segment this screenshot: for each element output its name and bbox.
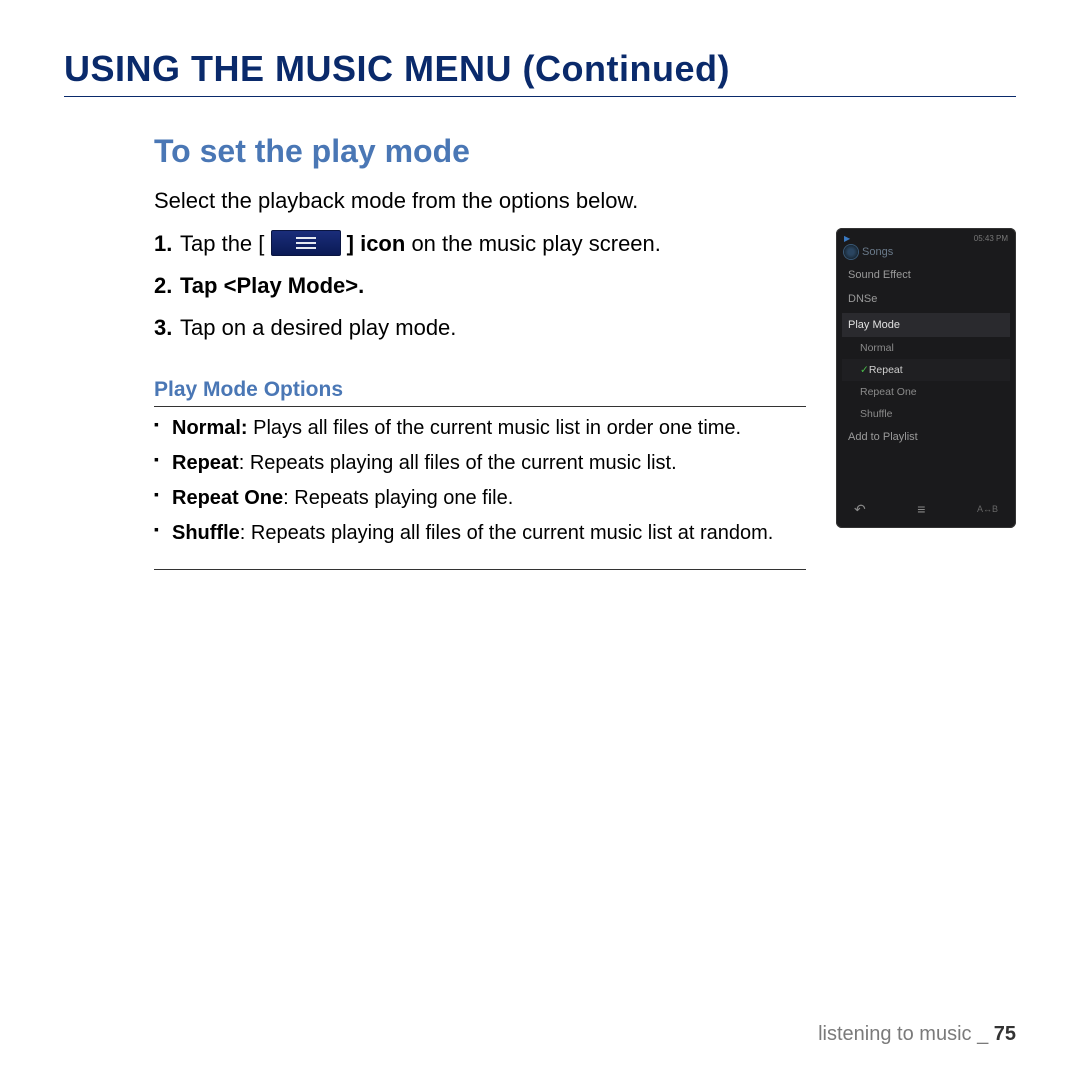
device-screenshot: ▶ 05:43 PM Songs Sound Effect DNSe Play … [836, 228, 1016, 528]
option-shuffle: Shuffle: Repeats playing all files of th… [154, 520, 806, 547]
device-playmode-repeat-one: Repeat One [842, 381, 1010, 403]
device-bottom-bar: ↶ ≡ A↔B [842, 496, 1010, 522]
footer-page-number: 75 [994, 1023, 1016, 1045]
step-text-post: on the music play screen. [411, 231, 660, 256]
play-indicator-icon: ▶ [844, 234, 850, 243]
device-menu-play-mode: Play Mode [842, 313, 1010, 337]
step-text-icon-word: ] icon [347, 231, 406, 256]
page-title: USING THE MUSIC MENU (Continued) [64, 48, 1016, 97]
device-playmode-repeat: Repeat [842, 359, 1010, 381]
option-desc: Plays all files of the current music lis… [248, 417, 742, 439]
option-desc: : Repeats playing one file. [283, 487, 513, 509]
back-icon: ↶ [854, 501, 866, 518]
ab-repeat-label: A↔B [977, 504, 998, 514]
option-name: Repeat One [172, 487, 283, 509]
step-text: Tap on a desired play mode. [180, 312, 806, 344]
step-number: 3. [154, 312, 180, 344]
device-time: 05:43 PM [974, 234, 1008, 243]
page-footer: listening to music _ 75 [818, 1023, 1016, 1046]
options-list: Normal: Plays all files of the current m… [154, 415, 806, 570]
option-name: Shuffle [172, 522, 240, 544]
device-status-bar: ▶ 05:43 PM [842, 234, 1010, 243]
section-title: To set the play mode [154, 133, 1016, 170]
options-title: Play Mode Options [154, 378, 806, 407]
device-playmode-normal: Normal [842, 337, 1010, 359]
disc-icon [844, 245, 858, 259]
device-menu-sound-effect: Sound Effect [842, 263, 1010, 287]
device-playmode-shuffle: Shuffle [842, 403, 1010, 425]
option-normal: Normal: Plays all files of the current m… [154, 415, 806, 442]
instructions-column: 1. Tap the [ ] icon on the music play sc… [154, 228, 806, 570]
option-desc: : Repeats playing all files of the curre… [239, 452, 677, 474]
step-number: 2. [154, 270, 180, 302]
device-menu-dnse: DNSe [842, 287, 1010, 311]
device-screen-title: Songs [862, 246, 893, 258]
device-menu-add-playlist: Add to Playlist [842, 425, 1010, 449]
step-3: 3. Tap on a desired play mode. [154, 312, 806, 344]
option-name: Repeat [172, 452, 239, 474]
step-number: 1. [154, 228, 180, 260]
menu-icon [271, 230, 341, 256]
step-2: 2. Tap <Play Mode>. [154, 270, 806, 302]
step-text: Tap <Play Mode>. [180, 270, 806, 302]
step-1: 1. Tap the [ ] icon on the music play sc… [154, 228, 806, 260]
section-intro: Select the playback mode from the option… [154, 188, 1016, 214]
option-repeat: Repeat: Repeats playing all files of the… [154, 450, 806, 477]
step-text-pre: Tap the [ [180, 231, 271, 256]
option-desc: : Repeats playing all files of the curre… [240, 522, 774, 544]
device-title-row: Songs [842, 243, 1010, 263]
option-repeat-one: Repeat One: Repeats playing one file. [154, 485, 806, 512]
menu-bars-icon: ≡ [917, 501, 925, 517]
footer-label: listening to music _ [818, 1023, 994, 1045]
option-name: Normal: [172, 417, 248, 439]
steps-list: 1. Tap the [ ] icon on the music play sc… [154, 228, 806, 344]
content-area: To set the play mode Select the playback… [154, 133, 1016, 570]
